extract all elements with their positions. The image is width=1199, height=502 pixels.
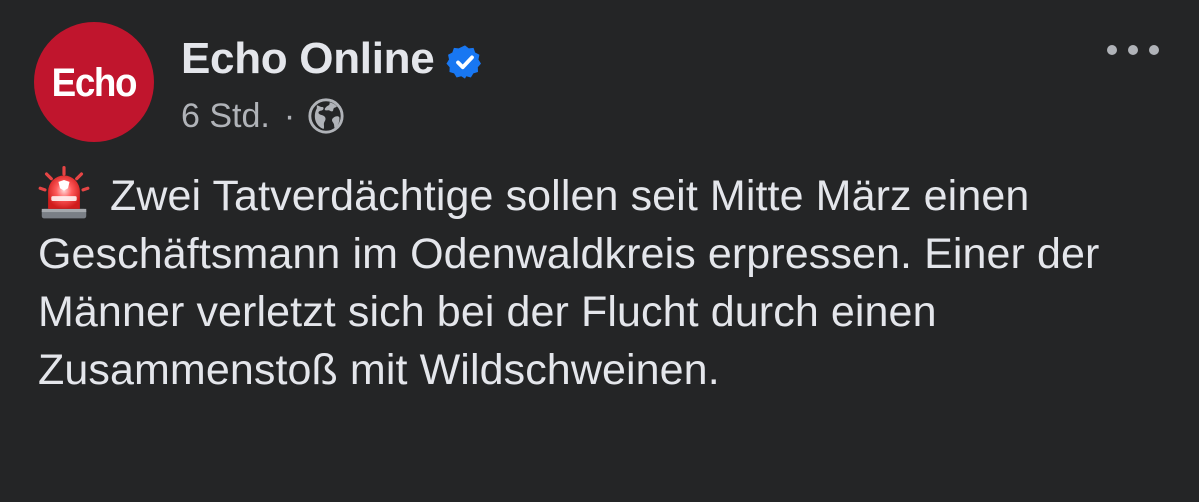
globe-icon[interactable] <box>307 97 345 135</box>
page-avatar[interactable]: Echo <box>34 22 154 142</box>
meta-separator: · <box>283 96 296 135</box>
more-dot <box>1107 45 1117 55</box>
post-text: Zwei Tatverdächtige sollen seit Mitte Mä… <box>38 172 1100 394</box>
name-row: Echo Online <box>181 30 484 88</box>
more-options-icon[interactable] <box>1107 38 1159 62</box>
more-dot <box>1149 45 1159 55</box>
more-dot <box>1128 45 1138 55</box>
post-header: Echo Online 6 Std. · <box>181 30 484 138</box>
post-timestamp[interactable]: 6 Std. <box>181 97 270 136</box>
avatar-logo-text: Echo <box>51 60 138 105</box>
verified-badge-icon <box>446 45 482 79</box>
post-body: Zwei Tatverdächtige sollen seit Mitte Mä… <box>38 166 1168 399</box>
post-meta: 6 Std. · <box>181 94 484 138</box>
police-siren-emoji <box>38 166 90 219</box>
page-name[interactable]: Echo Online <box>181 34 435 84</box>
facebook-post: Echo Echo Online 6 Std. · Zwei Tatverdäc… <box>0 0 1199 502</box>
